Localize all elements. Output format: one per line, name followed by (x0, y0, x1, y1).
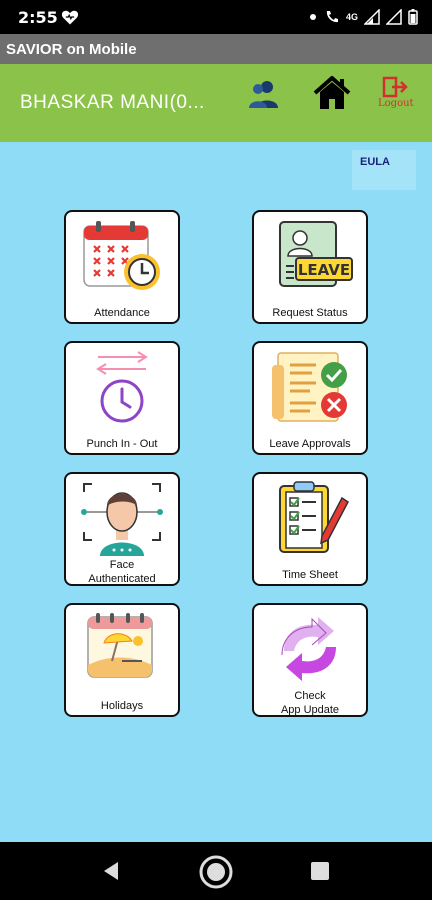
sync-arrows-icon (281, 617, 336, 681)
battery-icon (408, 9, 418, 25)
home-icon[interactable] (312, 74, 352, 112)
signal-icon (364, 9, 380, 25)
tile-label: Attendance (94, 307, 150, 319)
face-authenticated-tile[interactable]: Face Authenticated (64, 472, 180, 586)
request-status-tile[interactable]: LEAVE Request Status (252, 210, 368, 324)
logout-icon[interactable] (382, 76, 410, 98)
beach-calendar-icon (87, 613, 153, 678)
checklist-icon (279, 481, 349, 553)
network-type: 4G (345, 12, 358, 22)
status-time: 2:55 (18, 8, 58, 27)
app-title: SAVIOR on Mobile (6, 41, 137, 58)
svg-text:LEAVE: LEAVE (298, 261, 350, 279)
tile-label: Request Status (272, 307, 348, 319)
eula-button[interactable]: EULA (352, 150, 416, 190)
home-nav-icon[interactable] (198, 854, 234, 890)
attendance-tile[interactable]: Attendance (64, 210, 180, 324)
punch-in-out-tile[interactable]: Punch In - Out (64, 341, 180, 455)
tile-label-line1: Check (294, 690, 326, 702)
leave-approvals-tile[interactable]: Leave Approvals (252, 341, 368, 455)
system-nav-bar (0, 842, 432, 900)
face-scan-icon (81, 483, 163, 556)
profile-icon[interactable] (246, 78, 282, 110)
call-icon (326, 11, 338, 23)
tile-label: Leave Approvals (269, 438, 351, 450)
heart-icon (61, 10, 79, 25)
tile-label-line2: Authenticated (88, 573, 156, 585)
logout-button-label[interactable]: Logout (378, 98, 414, 109)
tile-label: Punch In - Out (86, 438, 158, 450)
dot-icon (309, 14, 316, 20)
approval-document-icon (272, 352, 347, 422)
check-app-update-tile[interactable]: Check App Update (252, 603, 368, 717)
status-icons: 4G (308, 8, 418, 26)
wifi-signal-icon (386, 9, 402, 25)
tile-label: Time Sheet (282, 569, 338, 581)
eula-label: EULA (360, 156, 390, 168)
leave-request-icon: LEAVE (279, 221, 353, 287)
recents-icon[interactable] (310, 861, 330, 881)
app-title-bar: SAVIOR on Mobile (0, 34, 432, 64)
status-bar: 2:55 4G (0, 0, 432, 34)
back-icon[interactable] (100, 860, 122, 882)
user-name: BHASKAR MANI(0... (20, 92, 205, 113)
header-bar: BHASKAR MANI(0... (0, 64, 432, 142)
punch-clock-icon (96, 351, 148, 423)
tile-label-line1: Face (109, 559, 135, 571)
attendance-calendar-clock-icon (83, 221, 160, 290)
time-sheet-tile[interactable]: Time Sheet (252, 472, 368, 586)
holidays-tile[interactable]: Holidays (64, 603, 180, 717)
tile-label-line2: App Update (280, 704, 340, 716)
tile-label: Holidays (100, 700, 144, 712)
